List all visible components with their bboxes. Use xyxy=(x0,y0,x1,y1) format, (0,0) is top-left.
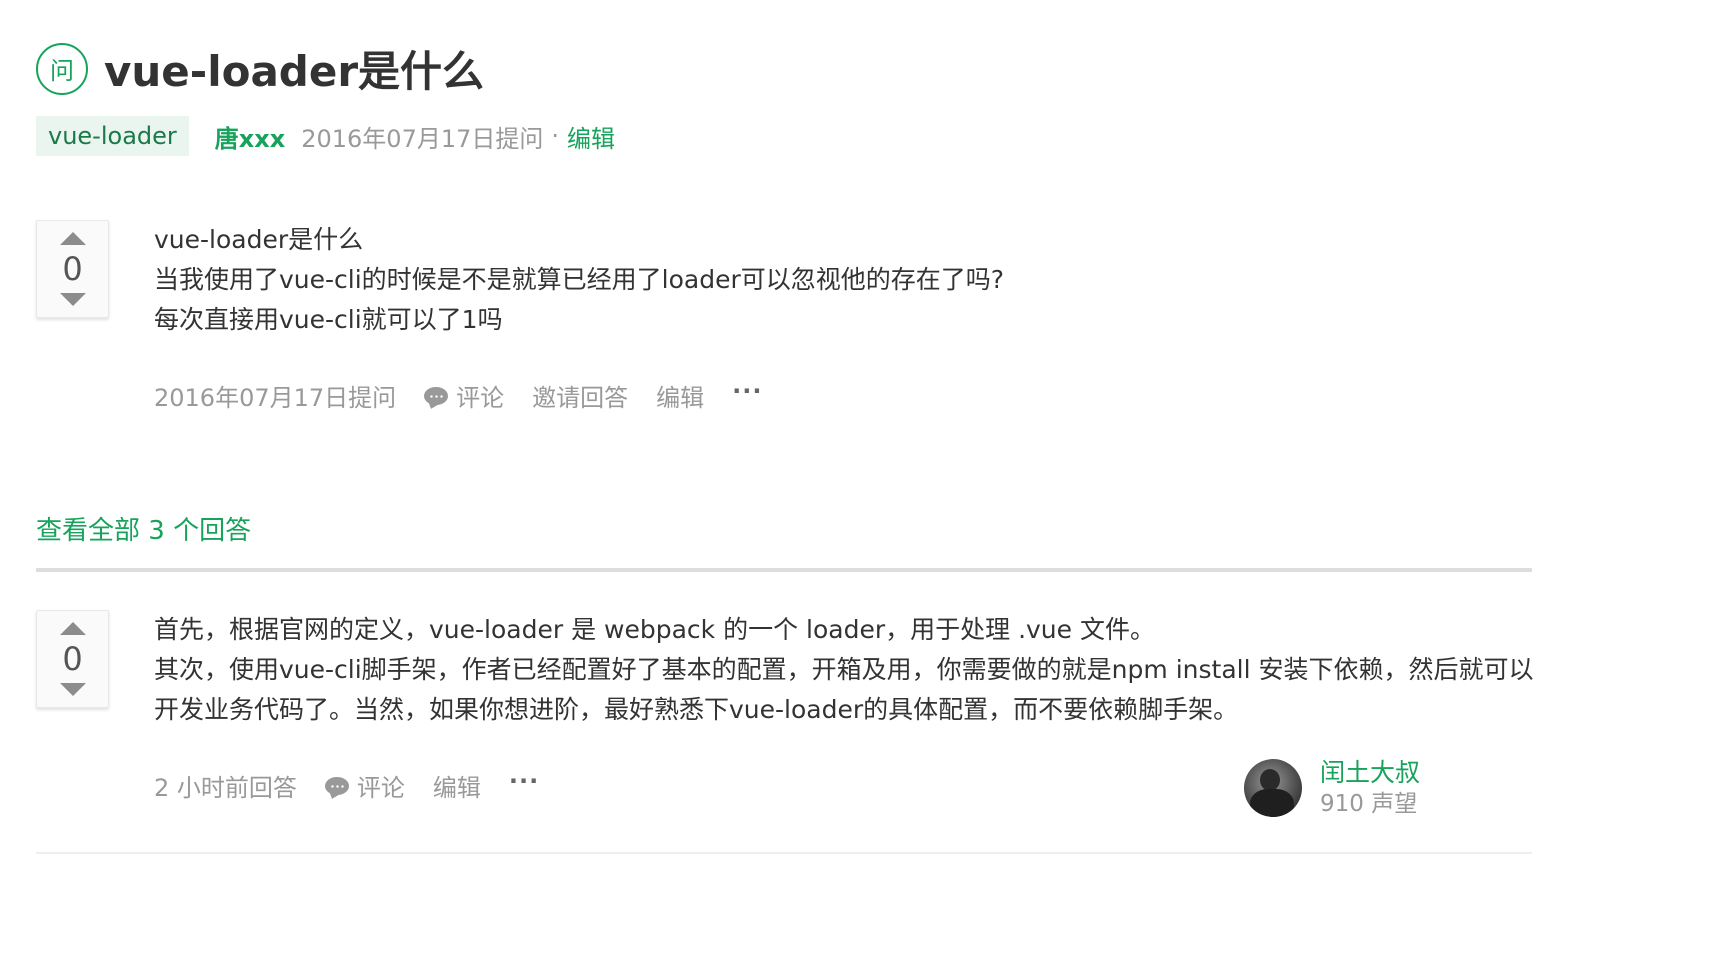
question-body: vue-loader是什么 当我使用了vue-cli的时候是不是就算已经用了lo… xyxy=(154,220,1004,340)
answer-divider xyxy=(36,852,1532,854)
answer-body: 首先，根据官网的定义，vue-loader 是 webpack 的一个 load… xyxy=(154,610,1533,730)
tag-vue-loader[interactable]: vue-loader xyxy=(36,116,189,156)
edit-question-link[interactable]: 编辑 xyxy=(567,119,615,154)
question-badge-icon: 问 xyxy=(36,42,88,95)
comment-bubble-icon xyxy=(324,776,349,795)
comment-bubble-icon xyxy=(424,386,449,405)
question-vote-widget: 0 xyxy=(36,220,109,318)
downvote-arrow-icon[interactable] xyxy=(59,683,86,696)
question-actions: 2016年07月17日提问 评论 邀请回答 编辑 ··· xyxy=(154,377,791,413)
user-reputation: 910 声望 xyxy=(1320,791,1418,817)
question-date: 2016年07月17日提问 xyxy=(154,384,397,412)
meta-separator: · xyxy=(551,122,560,150)
answer-actions: 2 小时前回答 评论 编辑 ··· xyxy=(154,767,567,803)
vote-count: 0 xyxy=(62,640,83,678)
comment-label: 评论 xyxy=(356,774,405,802)
answer-body-line: 首先，根据官网的定义，vue-loader 是 webpack 的一个 load… xyxy=(154,615,1155,644)
author-link[interactable]: 唐xxx xyxy=(215,119,285,154)
edit-button[interactable]: 编辑 xyxy=(656,378,704,413)
question-meta: vue-loader 唐xxx 2016年07月17日提问 · 编辑 xyxy=(36,116,615,156)
asked-date: 2016年07月17日提问 xyxy=(301,124,544,153)
upvote-arrow-icon[interactable] xyxy=(59,232,86,245)
answer-time: 2 小时前回答 xyxy=(154,774,297,802)
invite-answer-button[interactable]: 邀请回答 xyxy=(532,378,628,413)
section-divider xyxy=(36,568,1532,572)
avatar[interactable] xyxy=(1244,759,1302,817)
answer-body-line: 其次，使用vue-cli脚手架，作者已经配置好了基本的配置，开箱及用，你需要做的… xyxy=(154,655,1534,684)
more-options-icon[interactable]: ··· xyxy=(732,377,762,405)
vote-count: 0 xyxy=(62,250,83,288)
question-body-line: 当我使用了vue-cli的时候是不是就算已经用了loader可以忽视他的存在了吗… xyxy=(154,265,1005,294)
answer-body-line: 开发业务代码了。当然，如果你想进阶，最好熟悉下vue-loader的具体配置，而… xyxy=(154,695,1239,724)
question-title[interactable]: vue-loader是什么 xyxy=(104,38,484,99)
edit-button[interactable]: 编辑 xyxy=(433,768,481,803)
comment-label: 评论 xyxy=(456,384,505,412)
more-options-icon[interactable]: ··· xyxy=(509,767,539,795)
user-name-link[interactable]: 闰土大叔 xyxy=(1320,757,1420,789)
view-all-answers-link[interactable]: 查看全部 3 个回答 xyxy=(36,510,251,547)
downvote-arrow-icon[interactable] xyxy=(59,293,86,306)
user-info: 闰土大叔 910 声望 xyxy=(1320,757,1420,819)
answer-vote-widget: 0 xyxy=(36,610,109,708)
comment-button[interactable]: 评论 xyxy=(324,768,405,803)
question-body-line: 每次直接用vue-cli就可以了1吗 xyxy=(154,305,503,334)
upvote-arrow-icon[interactable] xyxy=(59,622,86,635)
comment-button[interactable]: 评论 xyxy=(424,378,504,413)
question-body-line: vue-loader是什么 xyxy=(154,225,364,254)
answer-author: 闰土大叔 910 声望 xyxy=(1244,757,1420,819)
question-header: 问 vue-loader是什么 xyxy=(36,38,484,99)
